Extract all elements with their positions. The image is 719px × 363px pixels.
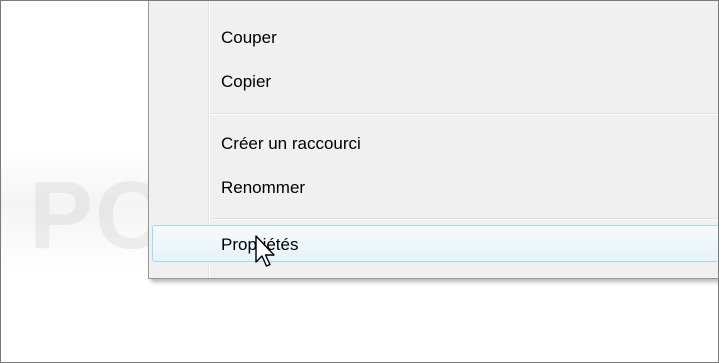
menu-item-cut[interactable]: Couper	[152, 20, 718, 56]
menu-separator	[211, 218, 718, 219]
menu-item-label: Créer un raccourci	[221, 134, 361, 153]
menu-item-label: Renommer	[221, 178, 306, 197]
context-menu: Couper Copier Créer un raccourci Renomme…	[148, 1, 718, 279]
menu-item-label: Couper	[221, 28, 277, 47]
window-frame: PC ASTUCES Couper Copier Créer un raccou…	[0, 0, 719, 363]
arrow-pointer-icon	[255, 235, 275, 267]
menu-item-rename[interactable]: Renommer	[152, 170, 718, 206]
menu-item-label: Copier	[221, 72, 272, 91]
menu-item-copy[interactable]: Copier	[152, 64, 718, 100]
menu-item-create-shortcut[interactable]: Créer un raccourci	[152, 126, 718, 162]
menu-item-properties[interactable]: Propriétés	[152, 225, 718, 262]
menu-separator	[211, 113, 718, 114]
